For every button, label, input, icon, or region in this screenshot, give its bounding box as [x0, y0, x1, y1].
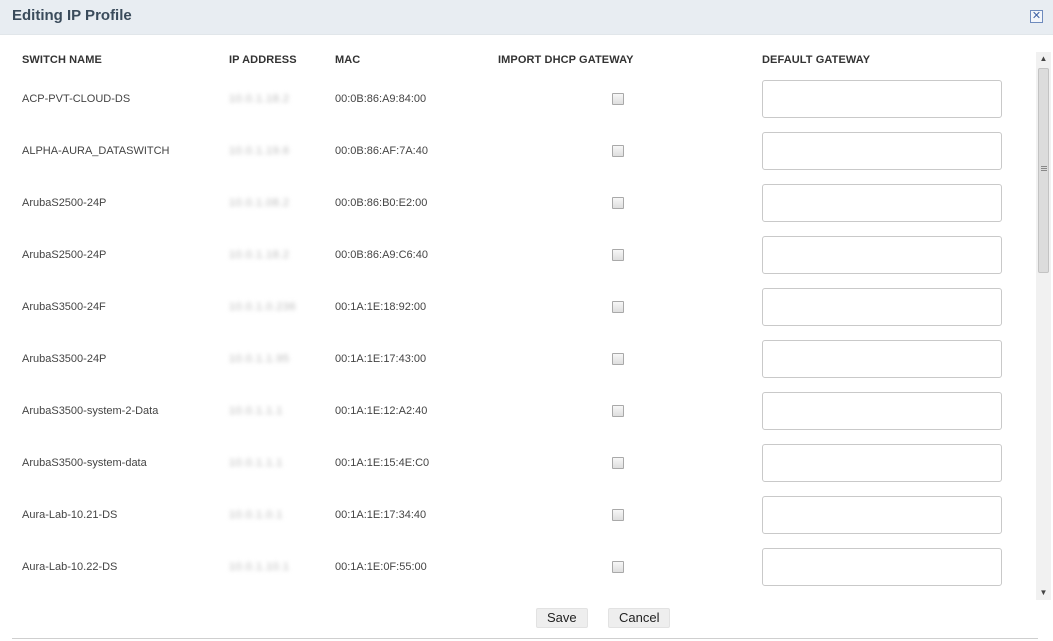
default-gateway-input[interactable]	[762, 444, 1002, 482]
close-icon[interactable]: ✕	[1030, 10, 1043, 23]
header-ip-address[interactable]: IP ADDRESS	[229, 54, 297, 66]
import-dhcp-gateway-checkbox[interactable]	[612, 197, 624, 209]
cancel-button[interactable]: Cancel	[608, 608, 671, 628]
switch-name-cell: ACP-PVT-CLOUD-DS	[22, 93, 131, 105]
import-dhcp-gateway-checkbox[interactable]	[612, 145, 624, 157]
header-switch-name[interactable]: SWITCH NAME	[22, 54, 102, 66]
table-row: ArubaS2500-24P 10.0.1.08.2 00:0B:86:B0:E…	[0, 176, 1034, 228]
table-row: ArubaS3500-system-2-Data 10.0.1.1.1 00:1…	[0, 384, 1034, 436]
mac-cell: 00:0B:86:AF:7A:40	[335, 145, 428, 157]
ip-address-cell: 10.0.1.1.95	[229, 353, 290, 365]
switch-name-cell: ArubaS2500-24P	[22, 197, 107, 209]
chevron-down-icon[interactable]: ▼	[1036, 586, 1051, 600]
mac-cell: 00:1A:1E:12:A2:40	[335, 405, 428, 417]
switch-name-cell: ArubaS3500-system-data	[22, 457, 147, 469]
ip-address-cell: 10.0.1.08.2	[229, 197, 290, 209]
dialog-footer: Save Cancel	[0, 600, 1053, 641]
switch-name-cell: Aura-Lab-10.21-DS	[22, 509, 118, 521]
save-button[interactable]: Save	[536, 608, 588, 628]
table-row: ACP-PVT-CLOUD-DS 10.0.1.18.2 00:0B:86:A9…	[0, 72, 1034, 124]
switch-name-cell: ArubaS2500-24P	[22, 249, 107, 261]
mac-cell: 00:1A:1E:17:34:40	[335, 509, 427, 521]
chevron-up-icon[interactable]: ▲	[1036, 52, 1051, 66]
import-dhcp-gateway-checkbox[interactable]	[612, 249, 624, 261]
switch-name-cell: ArubaS3500-24P	[22, 353, 107, 365]
table-row: ArubaS3500-system-data 10.0.1.1.1 00:1A:…	[0, 436, 1034, 488]
default-gateway-input[interactable]	[762, 392, 1002, 430]
header-default-gateway[interactable]: DEFAULT GATEWAY	[762, 54, 870, 66]
default-gateway-input[interactable]	[762, 548, 1002, 586]
switch-name-cell: ArubaS3500-24F	[22, 301, 106, 313]
default-gateway-input[interactable]	[762, 496, 1002, 534]
header-import-dhcp-gateway[interactable]: IMPORT DHCP GATEWAY	[498, 54, 634, 66]
ip-address-cell: 10.0.1.19.6	[229, 145, 290, 157]
import-dhcp-gateway-checkbox[interactable]	[612, 561, 624, 573]
dialog-title: Editing IP Profile	[12, 7, 132, 24]
vertical-scrollbar[interactable]: ▲ ▼	[1036, 52, 1051, 600]
table-row: ArubaS3500-24F 10.0.1.0.236 00:1A:1E:18:…	[0, 280, 1034, 332]
import-dhcp-gateway-checkbox[interactable]	[612, 301, 624, 313]
import-dhcp-gateway-checkbox[interactable]	[612, 405, 624, 417]
ip-address-cell: 10.0.1.10.1	[229, 561, 290, 573]
ip-address-cell: 10.0.1.0.236	[229, 301, 297, 313]
default-gateway-input[interactable]	[762, 236, 1002, 274]
default-gateway-input[interactable]	[762, 184, 1002, 222]
default-gateway-input[interactable]	[762, 80, 1002, 118]
ip-address-cell: 10.0.1.18.2	[229, 249, 290, 261]
import-dhcp-gateway-checkbox[interactable]	[612, 457, 624, 469]
table-row: ArubaS3500-24P 10.0.1.1.95 00:1A:1E:17:4…	[0, 332, 1034, 384]
mac-cell: 00:0B:86:B0:E2:00	[335, 197, 428, 209]
mac-cell: 00:1A:1E:15:4E:C0	[335, 457, 430, 469]
table-row: Aura-Lab-10.21-DS 10.0.1.0.1 00:1A:1E:17…	[0, 488, 1034, 540]
import-dhcp-gateway-checkbox[interactable]	[612, 353, 624, 365]
import-dhcp-gateway-checkbox[interactable]	[612, 509, 624, 521]
ip-address-cell: 10.0.1.1.1	[229, 457, 283, 469]
header-mac[interactable]: MAC	[335, 54, 360, 66]
table-row: ALPHA-AURA_DATASWITCH 10.0.1.19.6 00:0B:…	[0, 124, 1034, 176]
switch-name-cell: ArubaS3500-system-2-Data	[22, 405, 159, 417]
ip-address-cell: 10.0.1.0.1	[229, 509, 283, 521]
table-row: Aura-Lab-10.22-DS 10.0.1.10.1 00:1A:1E:0…	[0, 540, 1034, 592]
mac-cell: 00:1A:1E:18:92:00	[335, 301, 427, 313]
import-dhcp-gateway-checkbox[interactable]	[612, 93, 624, 105]
table-body: ACP-PVT-CLOUD-DS 10.0.1.18.2 00:0B:86:A9…	[0, 72, 1034, 600]
grip-icon	[1041, 166, 1047, 167]
default-gateway-input[interactable]	[762, 288, 1002, 326]
table-row: ArubaS2500-24P 10.0.1.18.2 00:0B:86:A9:C…	[0, 228, 1034, 280]
table-header: SWITCH NAME IP ADDRESS MAC IMPORT DHCP G…	[0, 48, 1030, 72]
mac-cell: 00:0B:86:A9:C6:40	[335, 249, 428, 261]
mac-cell: 00:1A:1E:0F:55:00	[335, 561, 427, 573]
mac-cell: 00:0B:86:A9:84:00	[335, 93, 427, 105]
default-gateway-input[interactable]	[762, 132, 1002, 170]
ip-address-cell: 10.0.1.18.2	[229, 93, 290, 105]
mac-cell: 00:1A:1E:17:43:00	[335, 353, 427, 365]
dialog-titlebar: Editing IP Profile ✕	[0, 0, 1053, 35]
default-gateway-input[interactable]	[762, 340, 1002, 378]
divider	[12, 638, 1038, 639]
scrollbar-thumb[interactable]	[1038, 68, 1049, 273]
switch-name-cell: ALPHA-AURA_DATASWITCH	[22, 145, 170, 157]
ip-address-cell: 10.0.1.1.1	[229, 405, 283, 417]
switch-name-cell: Aura-Lab-10.22-DS	[22, 561, 118, 573]
